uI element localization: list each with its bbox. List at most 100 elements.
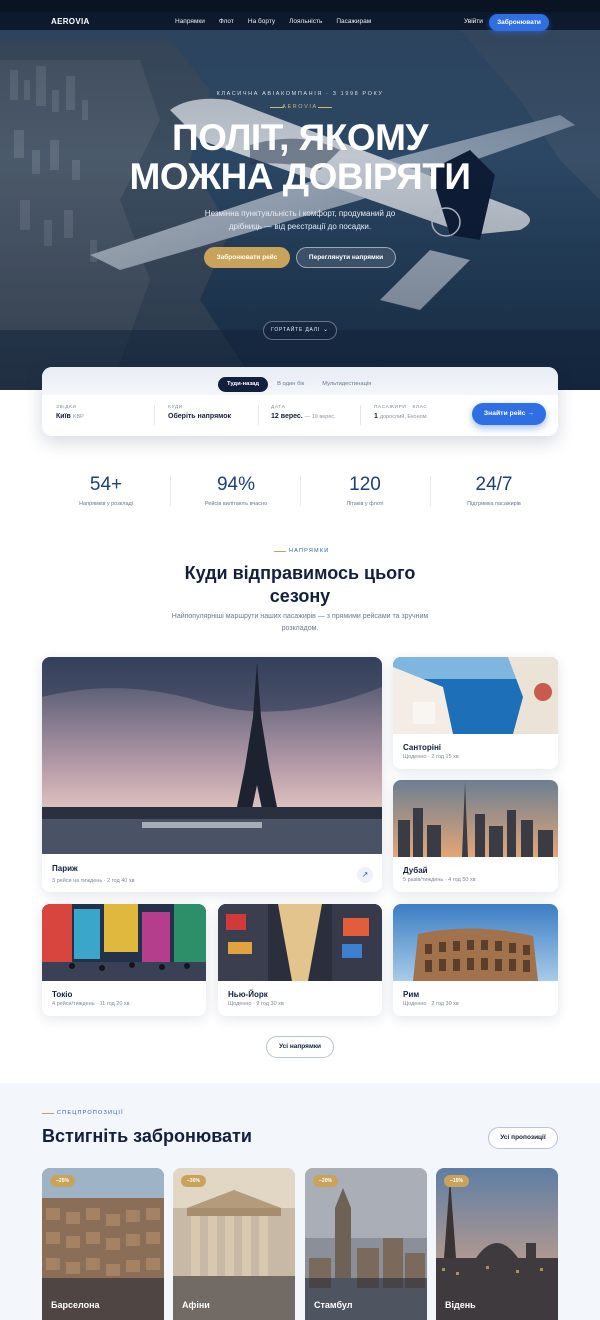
from-label: ЗВІДКИ [56,405,77,410]
offer-card-barcelona[interactable]: −25% Барселона [42,1168,164,1320]
stat-on-time: 94% Рейсів вилітають вчасно [171,474,301,507]
nav-link-destinations[interactable]: Напрямки [175,18,205,25]
to-field[interactable]: КУДИ Оберіть напрямок [168,405,231,420]
tab-one-way[interactable]: В один бік [268,377,313,392]
login-link[interactable]: Увійти [464,18,483,25]
hero-section: AEROVIA Напрямки Флот На борту Лояльніст… [0,0,600,390]
arrow-up-right-icon[interactable]: ↗ [357,867,373,883]
destination-card-dubai[interactable]: Дубай 5 разів/тиждень · 4 год 50 хв [393,780,558,892]
stat-value: 120 [349,474,381,495]
top-navigation: AEROVIA Напрямки Флот На борту Лояльніст… [0,12,600,34]
destination-card-rome[interactable]: Рим Щоденно · 2 год 30 хв [393,904,558,1016]
discount-badge: −30% [181,1175,206,1187]
destination-name: Дубай [403,866,428,875]
destination-name: Санторіні [403,743,442,752]
paris-eiffel-tower-image [42,657,382,854]
return-date: 19 верес. [311,414,336,420]
destination-meta: 5 разів/тиждень · 4 год 50 хв [403,877,476,883]
passenger-class: дорослий, Економ [379,414,427,420]
discount-badge: −20% [313,1175,338,1187]
offer-card-istanbul[interactable]: −20% Стамбул [305,1168,427,1320]
passengers-label: ПАСАЖИРИ · КЛАС [374,405,428,410]
istanbul-tower-image [305,1168,427,1320]
stat-label: Підтримка пасажирів [467,501,521,507]
destination-meta: 3 рейси на тиждень · 2 год 40 хв [52,878,135,884]
hero-brand: AEROVIA [282,104,318,110]
destination-card-santorini[interactable]: Санторіні Щоденно · 2 год 15 хв [393,657,558,769]
new-york-street-image [218,904,382,981]
from-field[interactable]: ЗВІДКИ Київ KBP [56,405,84,420]
nav-link-passengers[interactable]: Пасажирам [336,18,371,25]
destination-name: Париж [52,864,78,873]
date-field[interactable]: ДАТА 12 верес. — 19 верес. [271,405,336,420]
stat-label: Рейсів вилітають вчасно [204,501,268,507]
offer-name: Афіни [182,1300,210,1310]
stat-value: 24/7 [475,474,513,495]
all-destinations-button[interactable]: Усі напрямки [266,1036,334,1058]
to-label: КУДИ [168,405,183,410]
flight-search-panel: Туди-назад В один бік Мультидестинація З… [42,367,558,436]
offer-name: Відень [445,1300,476,1310]
nav-link-onboard[interactable]: На борту [248,18,275,25]
to-value: Оберіть напрямок [168,413,232,420]
stat-label: Напрямків у розкладі [79,501,133,507]
hero-title-line-2: МОЖНА ДОВІРЯТИ [129,156,471,197]
discount-badge: −25% [50,1175,75,1187]
passenger-count: 1 [374,413,378,420]
offers-title: Встигніть забронювати [42,1126,252,1146]
nav-link-loyalty[interactable]: Лояльність [289,18,322,25]
date-value: 12 верес. [271,413,303,420]
hero-title-line-1: ПОЛІТ, ЯКОМУ [172,117,428,158]
nav-link-fleet[interactable]: Флот [219,18,234,25]
destination-card-tokyo[interactable]: Токіо 4 рейси/тиждень · 11 год 20 хв [42,904,206,1016]
view-destinations-button[interactable]: Переглянути напрямки [296,247,396,268]
chevron-down-icon: ⌄ [323,327,329,333]
destinations-title-line-2: сезону [269,586,331,606]
dubai-skyline-image [393,780,558,857]
tokyo-street-image [42,904,206,981]
stat-fleet: 120 Літаків у флоті [300,474,430,507]
offer-name: Стамбул [314,1300,353,1310]
top-strip [0,0,600,12]
from-code: KBP [72,414,84,420]
destination-meta: Щоденно · 9 год 30 хв [228,1001,284,1007]
vienna-cathedral-image [436,1168,558,1320]
offer-card-vienna[interactable]: −15% Відень [436,1168,558,1320]
stat-label: Літаків у флоті [346,501,384,507]
santorini-image [393,657,558,734]
scroll-down-button[interactable]: ГОРТАЙТЕ ДАЛІ ⌄ [263,321,337,340]
passengers-field[interactable]: ПАСАЖИРИ · КЛАС 1 дорослий, Економ [374,405,427,420]
tab-multi-city[interactable]: Мультидестинація [313,377,380,392]
stat-value: 94% [216,474,256,495]
scroll-label: ГОРТАЙТЕ ДАЛІ [271,327,321,333]
destination-card-paris[interactable]: Париж 3 рейси на тиждень · 2 год 40 хв ↗ [42,657,382,892]
eyebrow-line [274,551,286,552]
from-value: Київ [56,413,71,420]
offer-card-athens[interactable]: −30% Афіни [173,1168,295,1320]
destinations-eyebrow: НАПРЯМКИ [289,548,330,554]
field-divider [258,405,259,425]
offers-eyebrow: СПЕЦПРОПОЗИЦІЇ [57,1110,124,1116]
all-offers-button[interactable]: Усі пропозиції [488,1127,558,1149]
destinations-title-line-1: Куди відправимось цього [184,563,416,583]
offer-name: Барселона [51,1300,100,1310]
date-label: ДАТА [271,405,286,410]
hero-title: ПОЛІТ, ЯКОМУ МОЖНА ДОВІРЯТИ [0,118,600,196]
discount-badge: −15% [444,1175,469,1187]
field-divider [154,405,155,425]
stat-destinations: 54+ Напрямків у розкладі [41,474,171,507]
logo[interactable]: AEROVIA [51,17,90,26]
nav-book-button[interactable]: Забронювати [489,14,549,31]
tab-round-trip[interactable]: Туди-назад [218,377,269,392]
destination-meta: Щоденно · 2 год 15 хв [403,754,459,760]
athens-parthenon-image [173,1168,295,1320]
destination-name: Токіо [52,990,73,999]
stat-support: 24/7 Підтримка пасажирів [429,474,559,507]
destination-name: Рим [403,990,420,999]
find-flight-button[interactable]: Знайти рейс → [472,403,546,425]
destinations-subtitle: Найпопулярніші маршрути наших пасажирів … [171,613,429,632]
destination-card-new-york[interactable]: Нью-Йорк Щоденно · 9 год 30 хв [218,904,382,1016]
destination-meta: Щоденно · 2 год 30 хв [403,1001,459,1007]
book-flight-button[interactable]: Забронювати рейс [204,247,290,268]
trip-type-tabs: Туди-назад В один бік Мультидестинація [218,377,380,392]
